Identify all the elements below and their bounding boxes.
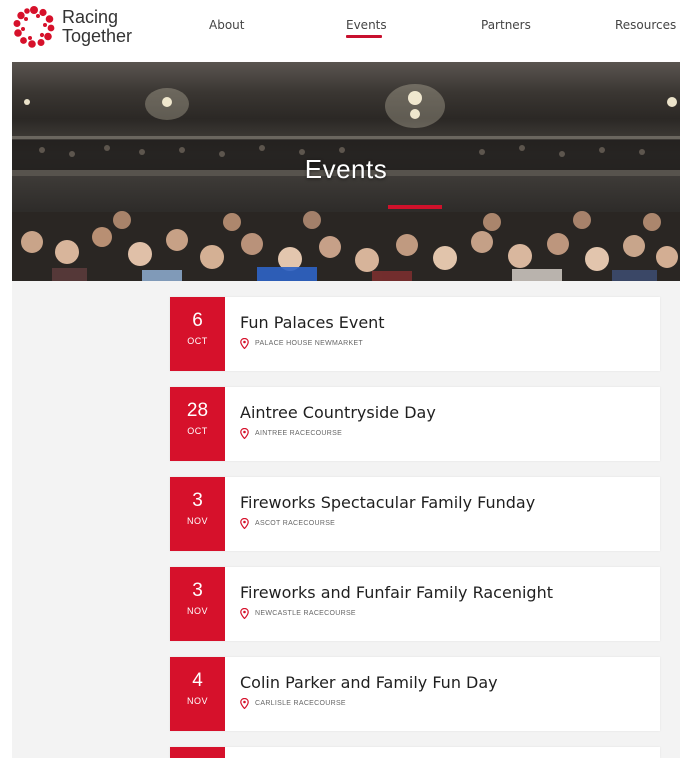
nav-resources[interactable]: Resources <box>615 18 676 32</box>
event-location: PALACE HOUSE NEWMARKET <box>240 338 363 349</box>
event-location-text: PALACE HOUSE NEWMARKET <box>255 340 363 347</box>
map-pin-icon <box>240 518 249 529</box>
event-title[interactable]: Fireworks Spectacular Family Funday <box>240 493 535 512</box>
hero-title-underline <box>388 205 442 209</box>
event-day: 3 <box>192 580 203 601</box>
event-day: 3 <box>192 490 203 511</box>
map-pin-icon <box>240 608 249 619</box>
site-header: Racing Together About Events Partners Re… <box>0 0 687 62</box>
hero-title: Events <box>304 154 388 184</box>
nav-about[interactable]: About <box>209 18 244 32</box>
event-location: AINTREE RACECOURSE <box>240 428 342 439</box>
ceiling-lights <box>24 91 677 119</box>
event-date <box>170 747 225 758</box>
event-card[interactable]: 3 NOV Fireworks and Funfair Family Racen… <box>170 567 660 641</box>
brand-logo[interactable]: Racing Together <box>12 5 132 49</box>
event-title[interactable]: Colin Parker and Family Fun Day <box>240 673 498 692</box>
nav-partners[interactable]: Partners <box>481 18 531 32</box>
nav-active-indicator <box>346 35 382 38</box>
event-title[interactable]: Aintree Countryside Day <box>240 403 436 422</box>
nav-events[interactable]: Events <box>346 18 387 32</box>
event-month: NOV <box>186 696 208 706</box>
event-location: NEWCASTLE RACECOURSE <box>240 608 356 619</box>
event-day: 4 <box>192 670 203 691</box>
event-card-partial[interactable] <box>170 747 660 758</box>
event-card[interactable]: 3 NOV Fireworks Spectacular Family Funda… <box>170 477 660 551</box>
event-month: OCT <box>187 336 208 346</box>
event-location-text: ASCOT RACECOURSE <box>255 520 336 527</box>
event-card[interactable]: 6 OCT Fun Palaces Event PALACE HOUSE NEW… <box>170 297 660 371</box>
event-location: CARLISLE RACECOURSE <box>240 698 346 709</box>
event-title[interactable]: Fireworks and Funfair Family Racenight <box>240 583 553 602</box>
brand-name: Racing Together <box>62 8 132 46</box>
event-month: NOV <box>186 516 208 526</box>
event-day: 28 <box>186 400 209 421</box>
event-month: OCT <box>187 426 208 436</box>
map-pin-icon <box>240 428 249 439</box>
event-title[interactable]: Fun Palaces Event <box>240 313 385 332</box>
event-date: 6 OCT <box>170 297 225 371</box>
event-month: NOV <box>186 606 208 616</box>
hero-banner: Events <box>12 62 680 281</box>
event-location-text: AINTREE RACECOURSE <box>255 430 343 437</box>
event-location: ASCOT RACECOURSE <box>240 518 335 529</box>
brand-name-line1: Racing <box>62 7 119 27</box>
event-card[interactable]: 4 NOV Colin Parker and Family Fun Day CA… <box>170 657 660 731</box>
event-date: 3 NOV <box>170 477 225 551</box>
ring-of-dots-logo-icon <box>13 6 55 48</box>
map-pin-icon <box>240 698 249 709</box>
event-date: 3 NOV <box>170 567 225 641</box>
event-location-text: CARLISLE RACECOURSE <box>255 700 346 707</box>
event-date: 28 OCT <box>170 387 225 461</box>
brand-name-line2: Together <box>62 26 133 46</box>
event-date: 4 NOV <box>170 657 225 731</box>
event-location-text: NEWCASTLE RACECOURSE <box>255 610 356 617</box>
event-card[interactable]: 28 OCT Aintree Countryside Day AINTREE R… <box>170 387 660 461</box>
event-day: 6 <box>192 310 203 331</box>
map-pin-icon <box>240 338 249 349</box>
